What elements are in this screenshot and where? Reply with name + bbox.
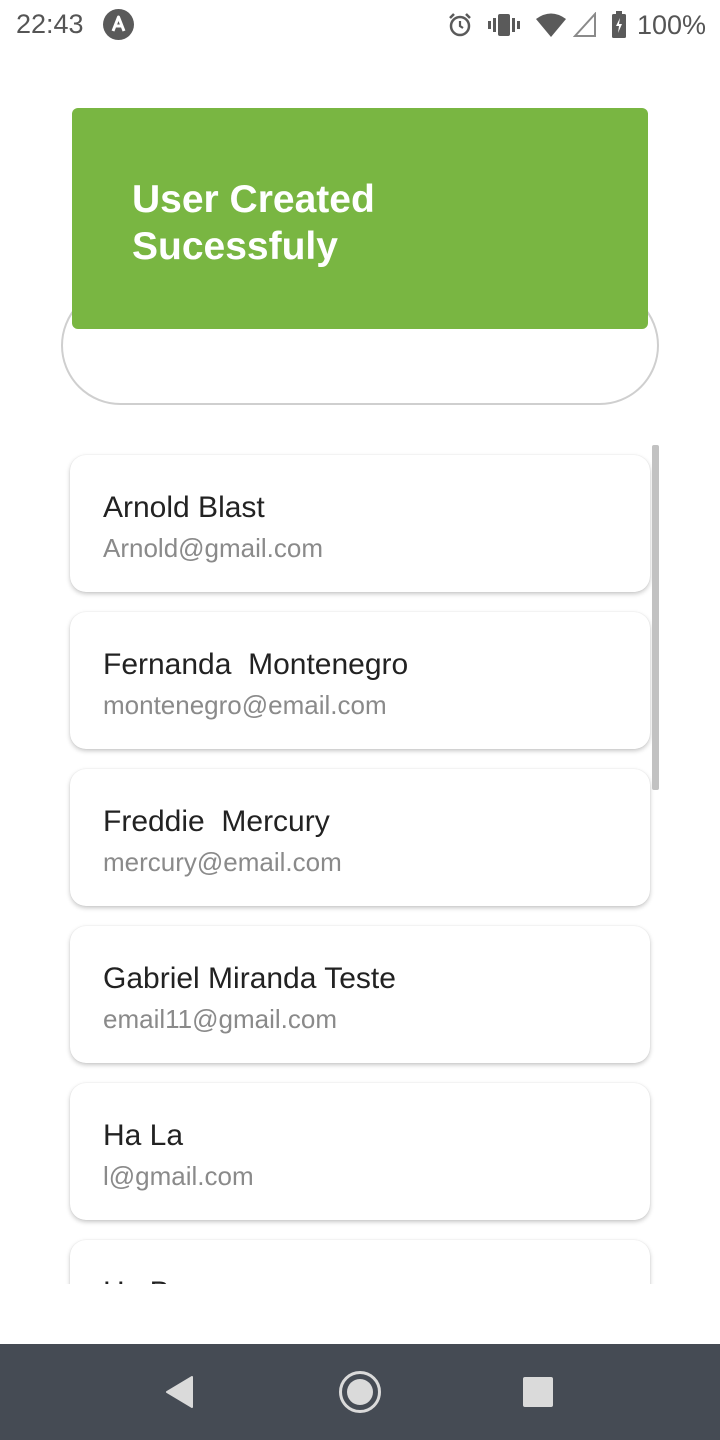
alarm-icon [447,12,473,38]
app-notification-icon [103,9,134,40]
home-button[interactable] [330,1362,390,1422]
user-name: Hu Ba [103,1276,186,1284]
recents-button[interactable] [508,1362,568,1422]
battery-charging-icon [611,11,627,39]
user-email: mercury@email.com [103,847,342,877]
list-scrollbar[interactable] [652,445,659,790]
status-bar: 22:43 100% [0,0,720,50]
recents-icon [523,1377,553,1407]
navigation-bar [0,1344,720,1440]
status-time: 22:43 [16,9,84,39]
back-icon [166,1376,193,1408]
user-email: email11@gmail.com [103,1004,337,1034]
user-card[interactable]: Ha La l@gmail.com [70,1083,650,1220]
user-name: Gabriel Miranda Teste [103,962,396,995]
wifi-icon [535,12,567,38]
user-name: Fernanda Montenegro [103,648,409,681]
user-card[interactable]: Fernanda Montenegro montenegro@email.com [70,612,650,749]
back-button[interactable] [150,1362,210,1422]
user-name: Arnold Blast [103,491,265,524]
home-icon [339,1371,381,1413]
cell-signal-icon [572,12,597,38]
toast-message: User Created Sucessfuly [132,178,375,268]
user-email: Arnold@gmail.com [103,533,324,563]
status-icons: 100% [433,8,706,42]
user-card[interactable]: Freddie Mercury mercury@email.com [70,769,650,906]
success-toast: User Created Sucessfuly [72,108,648,329]
user-email: montenegro@email.com [103,690,387,720]
user-name: Freddie Mercury [103,805,330,838]
vibrate-icon [487,12,521,38]
user-card[interactable]: Gabriel Miranda Teste email11@gmail.com [70,926,650,1063]
user-card[interactable]: Arnold Blast Arnold@gmail.com [70,455,650,592]
battery-percentage: 100% [636,9,706,40]
user-email: l@gmail.com [103,1161,254,1191]
user-card[interactable]: Hu Ba [70,1240,650,1284]
user-list[interactable]: Arnold Blast Arnold@gmail.com Fernanda M… [0,440,720,1284]
user-name: Ha La [103,1119,184,1152]
